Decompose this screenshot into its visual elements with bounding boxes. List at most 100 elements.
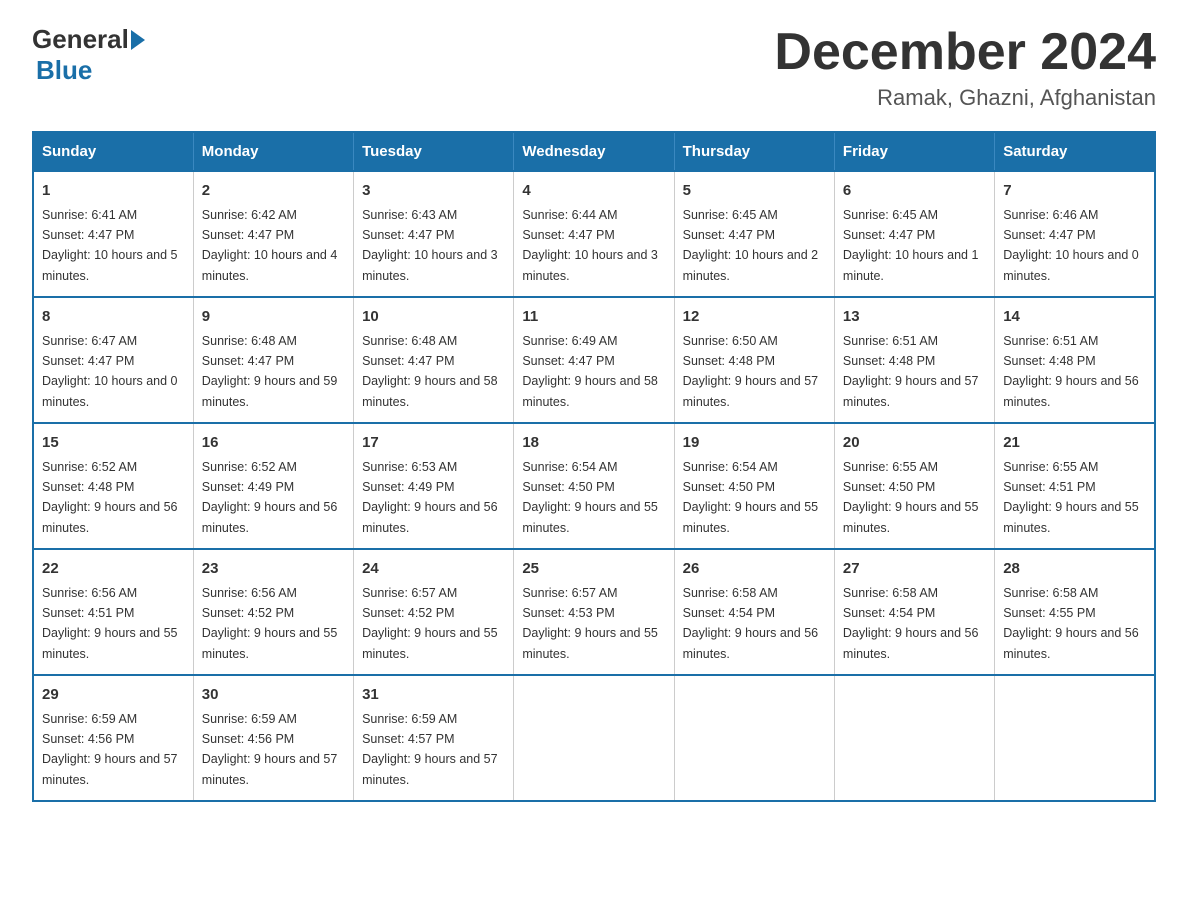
day-info: Sunrise: 6:59 AMSunset: 4:56 PMDaylight:… [202,712,338,787]
month-title: December 2024 [774,24,1156,81]
title-section: December 2024 Ramak, Ghazni, Afghanistan [774,24,1156,111]
calendar-cell: 1 Sunrise: 6:41 AMSunset: 4:47 PMDayligh… [33,171,193,297]
day-number: 8 [42,306,185,329]
day-info: Sunrise: 6:59 AMSunset: 4:57 PMDaylight:… [362,712,498,787]
day-number: 29 [42,684,185,707]
calendar-cell: 26 Sunrise: 6:58 AMSunset: 4:54 PMDaylig… [674,549,834,675]
day-info: Sunrise: 6:59 AMSunset: 4:56 PMDaylight:… [42,712,178,787]
calendar-cell: 2 Sunrise: 6:42 AMSunset: 4:47 PMDayligh… [193,171,353,297]
weekday-header-thursday: Thursday [674,132,834,171]
day-number: 15 [42,432,185,455]
calendar-week-row: 22 Sunrise: 6:56 AMSunset: 4:51 PMDaylig… [33,549,1155,675]
calendar-cell: 23 Sunrise: 6:56 AMSunset: 4:52 PMDaylig… [193,549,353,675]
calendar-cell: 7 Sunrise: 6:46 AMSunset: 4:47 PMDayligh… [995,171,1155,297]
logo-general: General [32,24,129,55]
day-info: Sunrise: 6:58 AMSunset: 4:54 PMDaylight:… [683,586,819,661]
calendar-cell: 28 Sunrise: 6:58 AMSunset: 4:55 PMDaylig… [995,549,1155,675]
calendar-cell: 13 Sunrise: 6:51 AMSunset: 4:48 PMDaylig… [834,297,994,423]
day-info: Sunrise: 6:48 AMSunset: 4:47 PMDaylight:… [362,334,498,409]
day-number: 30 [202,684,345,707]
calendar-cell: 8 Sunrise: 6:47 AMSunset: 4:47 PMDayligh… [33,297,193,423]
calendar-cell: 31 Sunrise: 6:59 AMSunset: 4:57 PMDaylig… [354,675,514,801]
day-number: 18 [522,432,665,455]
day-number: 26 [683,558,826,581]
day-info: Sunrise: 6:47 AMSunset: 4:47 PMDaylight:… [42,334,178,409]
calendar-cell: 11 Sunrise: 6:49 AMSunset: 4:47 PMDaylig… [514,297,674,423]
day-info: Sunrise: 6:50 AMSunset: 4:48 PMDaylight:… [683,334,819,409]
day-number: 24 [362,558,505,581]
calendar-week-row: 8 Sunrise: 6:47 AMSunset: 4:47 PMDayligh… [33,297,1155,423]
logo: General Blue [32,24,147,86]
day-number: 23 [202,558,345,581]
day-number: 25 [522,558,665,581]
day-number: 20 [843,432,986,455]
day-info: Sunrise: 6:55 AMSunset: 4:51 PMDaylight:… [1003,460,1139,535]
day-info: Sunrise: 6:41 AMSunset: 4:47 PMDaylight:… [42,208,178,283]
calendar-cell: 20 Sunrise: 6:55 AMSunset: 4:50 PMDaylig… [834,423,994,549]
day-number: 7 [1003,180,1146,203]
weekday-header-wednesday: Wednesday [514,132,674,171]
day-info: Sunrise: 6:57 AMSunset: 4:52 PMDaylight:… [362,586,498,661]
day-number: 3 [362,180,505,203]
day-info: Sunrise: 6:57 AMSunset: 4:53 PMDaylight:… [522,586,658,661]
calendar-week-row: 15 Sunrise: 6:52 AMSunset: 4:48 PMDaylig… [33,423,1155,549]
day-info: Sunrise: 6:42 AMSunset: 4:47 PMDaylight:… [202,208,338,283]
logo-general-text: General [32,24,147,55]
day-number: 12 [683,306,826,329]
day-number: 16 [202,432,345,455]
weekday-header-tuesday: Tuesday [354,132,514,171]
calendar-cell [834,675,994,801]
calendar-cell: 17 Sunrise: 6:53 AMSunset: 4:49 PMDaylig… [354,423,514,549]
day-info: Sunrise: 6:44 AMSunset: 4:47 PMDaylight:… [522,208,658,283]
page-header: General Blue December 2024 Ramak, Ghazni… [32,24,1156,111]
weekday-header-saturday: Saturday [995,132,1155,171]
calendar-cell: 15 Sunrise: 6:52 AMSunset: 4:48 PMDaylig… [33,423,193,549]
weekday-header-row: SundayMondayTuesdayWednesdayThursdayFrid… [33,132,1155,171]
calendar-cell: 29 Sunrise: 6:59 AMSunset: 4:56 PMDaylig… [33,675,193,801]
day-info: Sunrise: 6:43 AMSunset: 4:47 PMDaylight:… [362,208,498,283]
calendar-cell: 27 Sunrise: 6:58 AMSunset: 4:54 PMDaylig… [834,549,994,675]
calendar-cell [514,675,674,801]
logo-blue: Blue [36,55,92,86]
day-number: 31 [362,684,505,707]
day-info: Sunrise: 6:46 AMSunset: 4:47 PMDaylight:… [1003,208,1139,283]
day-number: 21 [1003,432,1146,455]
day-info: Sunrise: 6:52 AMSunset: 4:48 PMDaylight:… [42,460,178,535]
day-info: Sunrise: 6:55 AMSunset: 4:50 PMDaylight:… [843,460,979,535]
calendar-table: SundayMondayTuesdayWednesdayThursdayFrid… [32,131,1156,802]
day-info: Sunrise: 6:48 AMSunset: 4:47 PMDaylight:… [202,334,338,409]
weekday-header-friday: Friday [834,132,994,171]
logo-arrow-icon [131,30,145,50]
day-number: 9 [202,306,345,329]
day-info: Sunrise: 6:53 AMSunset: 4:49 PMDaylight:… [362,460,498,535]
day-number: 11 [522,306,665,329]
day-info: Sunrise: 6:56 AMSunset: 4:51 PMDaylight:… [42,586,178,661]
day-info: Sunrise: 6:54 AMSunset: 4:50 PMDaylight:… [683,460,819,535]
day-info: Sunrise: 6:45 AMSunset: 4:47 PMDaylight:… [683,208,819,283]
day-info: Sunrise: 6:54 AMSunset: 4:50 PMDaylight:… [522,460,658,535]
calendar-cell: 5 Sunrise: 6:45 AMSunset: 4:47 PMDayligh… [674,171,834,297]
calendar-cell: 3 Sunrise: 6:43 AMSunset: 4:47 PMDayligh… [354,171,514,297]
calendar-week-row: 29 Sunrise: 6:59 AMSunset: 4:56 PMDaylig… [33,675,1155,801]
day-number: 1 [42,180,185,203]
calendar-cell: 16 Sunrise: 6:52 AMSunset: 4:49 PMDaylig… [193,423,353,549]
day-number: 6 [843,180,986,203]
calendar-cell: 24 Sunrise: 6:57 AMSunset: 4:52 PMDaylig… [354,549,514,675]
weekday-header-monday: Monday [193,132,353,171]
day-number: 19 [683,432,826,455]
day-info: Sunrise: 6:58 AMSunset: 4:54 PMDaylight:… [843,586,979,661]
calendar-cell: 22 Sunrise: 6:56 AMSunset: 4:51 PMDaylig… [33,549,193,675]
day-number: 2 [202,180,345,203]
calendar-cell: 12 Sunrise: 6:50 AMSunset: 4:48 PMDaylig… [674,297,834,423]
calendar-cell: 19 Sunrise: 6:54 AMSunset: 4:50 PMDaylig… [674,423,834,549]
calendar-cell [674,675,834,801]
location-title: Ramak, Ghazni, Afghanistan [774,85,1156,111]
day-number: 4 [522,180,665,203]
calendar-cell: 4 Sunrise: 6:44 AMSunset: 4:47 PMDayligh… [514,171,674,297]
day-info: Sunrise: 6:49 AMSunset: 4:47 PMDaylight:… [522,334,658,409]
calendar-cell: 25 Sunrise: 6:57 AMSunset: 4:53 PMDaylig… [514,549,674,675]
day-info: Sunrise: 6:56 AMSunset: 4:52 PMDaylight:… [202,586,338,661]
day-number: 5 [683,180,826,203]
day-number: 22 [42,558,185,581]
day-number: 13 [843,306,986,329]
